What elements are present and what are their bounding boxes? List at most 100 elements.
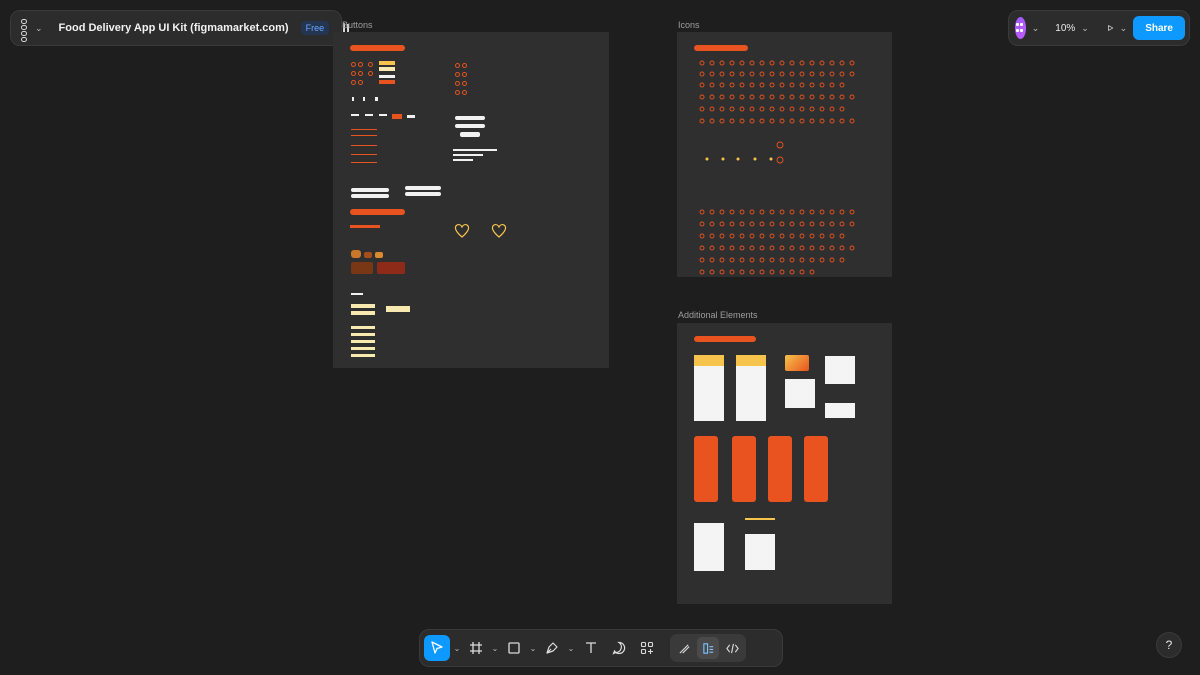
button-sample — [455, 63, 460, 68]
design-icon — [702, 642, 713, 654]
screen-sample — [804, 436, 828, 502]
food-picture — [351, 262, 373, 274]
chevron-down-icon[interactable]: ⌄ — [1120, 23, 1128, 34]
food-picture — [375, 252, 383, 258]
chevron-down-icon[interactable]: ⌄ — [528, 644, 538, 653]
button-sample — [379, 80, 395, 84]
rectangle-icon — [508, 642, 520, 654]
component-sample — [365, 114, 373, 116]
input-field-sample — [351, 347, 375, 350]
comment-icon — [612, 641, 626, 655]
keypad-sample — [460, 132, 480, 137]
avatar[interactable] — [1015, 17, 1026, 39]
code-icon — [725, 643, 739, 653]
receipt-sample — [745, 534, 775, 570]
tool-text[interactable] — [578, 635, 604, 661]
chevron-down-icon[interactable]: ⌄ — [452, 644, 462, 653]
input-field-sample — [351, 293, 363, 295]
app-logo-icon — [454, 224, 470, 238]
pagination-sample — [351, 188, 389, 192]
chevron-down-icon[interactable]: ⌄ — [490, 644, 500, 653]
input-field-sample — [386, 306, 410, 312]
mode-design[interactable] — [697, 637, 719, 659]
button-sample — [368, 71, 373, 76]
slider-sample — [351, 135, 377, 136]
input-field-sample — [351, 326, 375, 329]
food-picture — [364, 252, 372, 258]
section-header — [350, 209, 405, 215]
button-sample — [358, 80, 363, 85]
pagination-sample — [405, 186, 441, 190]
frame-label-buttons[interactable]: Buttons — [342, 20, 373, 30]
mode-dev[interactable] — [721, 637, 743, 659]
popup-sample — [785, 379, 815, 408]
actions-grid-icon — [640, 641, 654, 655]
tool-comment[interactable] — [606, 635, 632, 661]
section-header — [350, 45, 405, 51]
icon-grid — [699, 60, 855, 275]
bottom-nav-sample — [350, 225, 380, 228]
button-sample — [379, 75, 395, 78]
button-sample — [462, 90, 467, 95]
input-field-sample — [351, 311, 375, 315]
credit-card-sample — [785, 355, 809, 371]
input-field-sample — [351, 340, 375, 343]
chevron-down-icon[interactable]: ⌄ — [566, 644, 576, 653]
frame-label-additional[interactable]: Additional Elements — [678, 310, 758, 320]
mode-draw[interactable] — [673, 637, 695, 659]
card-sample — [694, 355, 724, 421]
button-sample — [358, 62, 363, 67]
screen-sample — [694, 436, 718, 502]
popup-sample — [825, 403, 855, 418]
component-sample — [363, 97, 365, 101]
slider-sample — [351, 145, 377, 146]
input-field-sample — [351, 333, 375, 336]
frame-hash-icon — [470, 642, 482, 654]
button-sample — [462, 72, 467, 77]
file-title[interactable]: Food Delivery App UI Kit (figmamarket.co… — [59, 22, 289, 34]
chevron-down-icon[interactable]: ⌄ — [1081, 23, 1089, 34]
tool-frame[interactable] — [464, 635, 488, 661]
tool-move[interactable] — [424, 635, 450, 661]
screen-sample — [768, 436, 792, 502]
frame-label-icons[interactable]: Icons — [678, 20, 700, 30]
frame-icons[interactable] — [677, 32, 892, 277]
input-field-sample — [351, 304, 375, 308]
button-sample — [379, 67, 395, 71]
chevron-down-icon[interactable]: ⌄ — [35, 23, 43, 34]
tool-pen[interactable] — [540, 635, 564, 661]
slider-sample — [351, 162, 377, 163]
frame-buttons[interactable] — [333, 32, 609, 368]
chevron-down-icon[interactable]: ⌄ — [1032, 23, 1040, 34]
figma-menu-icon[interactable] — [21, 19, 27, 42]
plan-badge[interactable]: Free — [300, 21, 330, 35]
slider-sample — [351, 129, 377, 130]
help-button[interactable]: ? — [1156, 632, 1182, 658]
card-sample — [736, 355, 766, 421]
pagination-sample — [351, 194, 389, 198]
button-sample — [462, 81, 467, 86]
button-sample — [455, 72, 460, 77]
pen-icon — [546, 642, 558, 654]
zoom-level[interactable]: 10% — [1055, 23, 1075, 34]
frame-additional-elements[interactable] — [677, 323, 892, 604]
button-sample — [455, 81, 460, 86]
component-sample — [351, 114, 359, 116]
component-sample — [352, 97, 354, 101]
keypad-sample — [453, 149, 497, 151]
keypad-sample — [455, 124, 485, 128]
bottom-toolbar: ⌄ ⌄ ⌄ ⌄ — [419, 629, 783, 667]
button-sample — [379, 61, 395, 65]
share-button[interactable]: Share — [1133, 16, 1185, 40]
tool-shape[interactable] — [502, 635, 526, 661]
divider-sample — [745, 518, 775, 520]
keypad-sample — [453, 159, 473, 161]
component-sample — [375, 97, 378, 101]
present-icon[interactable] — [1107, 21, 1114, 35]
component-sample — [392, 114, 402, 119]
tool-actions[interactable] — [634, 635, 660, 661]
mode-switcher — [670, 634, 746, 662]
section-header — [694, 336, 756, 342]
keypad-sample — [453, 154, 483, 156]
draw-icon — [678, 643, 690, 654]
